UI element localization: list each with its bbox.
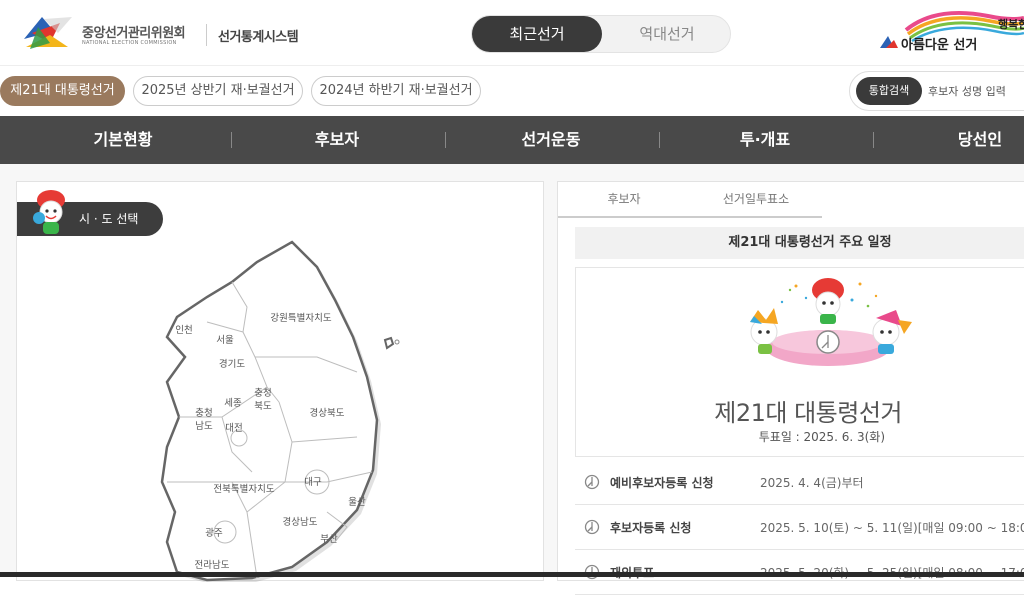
nav-separator — [873, 132, 874, 148]
election-selector-bar: 제21대 대통령선거 2025년 상반기 재·보궐선거 2024년 하반기 재·… — [0, 66, 1024, 116]
candidate-name-input[interactable] — [928, 77, 1024, 105]
tab-polling-places[interactable]: 선거일투표소 — [690, 182, 822, 217]
korea-map: 인천 서울 경기도 강원특별자치도 충청 북도 세종 충청 남도 대전 경상북도… — [160, 240, 400, 582]
tab-underline — [558, 216, 822, 218]
region-daejeon[interactable]: 대전 — [225, 423, 242, 434]
region-gyeonggi[interactable]: 경기도 — [219, 358, 245, 370]
election-pill-21st-presidential[interactable]: 제21대 대통령선거 — [0, 76, 125, 106]
schedule-label: 후보자등록 신청 — [610, 521, 692, 535]
ulleungdo-island — [383, 336, 395, 350]
search-box: 통합검색 — [849, 71, 1024, 111]
region-incheon[interactable]: 인천 — [175, 325, 192, 336]
schedule-row: 예비후보자등록 신청 2025. 4. 4(금)부터 — [575, 460, 1024, 505]
nav-voting-counting[interactable]: 투·개표 — [660, 116, 870, 164]
content-area: 인천 서울 경기도 강원특별자치도 충청 북도 세종 충청 남도 대전 경상북도… — [0, 164, 1024, 595]
slogan-text: 아름다운 선거 — [901, 38, 978, 53]
org-sub: NATIONAL ELECTION COMMISSION — [82, 40, 177, 46]
window-bottom-edge — [0, 572, 1024, 577]
main-nav: 기본현황 후보자 선거운동 투·개표 당선인 — [0, 116, 1024, 164]
system-name[interactable]: 선거통계시스템 — [218, 26, 299, 45]
schedule-panel: 후보자 선거일투표소 제21대 대통령선거 주요 일정 제21대 대통령선거 투… — [557, 181, 1024, 595]
election-period-toggle: 최근선거 역대선거 — [471, 15, 731, 53]
election-banner: 제21대 대통령선거 투표일 : 2025. 6. 3(화) — [575, 267, 1024, 457]
nav-elected[interactable]: 당선인 — [900, 116, 1024, 164]
tab-candidates[interactable]: 후보자 — [558, 182, 690, 217]
past-election-tab[interactable]: 역대선거 — [602, 16, 732, 52]
region-gangwon[interactable]: 강원특별자치도 — [270, 312, 331, 324]
dokdo-island — [394, 339, 400, 345]
region-chungbuk-line2[interactable]: 북도 — [254, 401, 272, 412]
ballot-stamp-icon — [584, 519, 600, 535]
mascot-icon — [33, 190, 65, 234]
region-jeonbuk[interactable]: 전북특별자치도 — [213, 483, 274, 495]
nav-campaign[interactable]: 선거운동 — [446, 116, 656, 164]
region-chungnam-line2[interactable]: 남도 — [195, 421, 213, 432]
region-daegu[interactable]: 대구 — [304, 477, 322, 488]
region-ulsan[interactable]: 울산 — [348, 497, 366, 508]
site-header: 중앙선거관리위원회 NATIONAL ELECTION COMMISSION 선… — [0, 0, 1024, 66]
mascot-ballot-icon — [750, 278, 912, 366]
schedule-label: 예비후보자등록 신청 — [610, 476, 714, 490]
integrated-search-button[interactable]: 통합검색 — [856, 77, 922, 105]
region-busan[interactable]: 부산 — [320, 534, 338, 545]
map-panel: 인천 서울 경기도 강원특별자치도 충청 북도 세종 충청 남도 대전 경상북도… — [16, 181, 544, 582]
region-seoul[interactable]: 서울 — [216, 335, 234, 346]
ballot-stamp-icon — [584, 474, 600, 490]
banner-title: 제21대 대통령선거 — [714, 399, 902, 427]
org-name[interactable]: 중앙선거관리위원회 — [82, 22, 186, 41]
region-gyeongnam[interactable]: 경상남도 — [283, 516, 318, 528]
nec-logo-icon[interactable] — [20, 13, 72, 53]
nav-candidates[interactable]: 후보자 — [232, 116, 442, 164]
election-pill-2025-byelection[interactable]: 2025년 상반기 재·보궐선거 — [133, 76, 303, 106]
region-gyeongbuk[interactable]: 경상북도 — [310, 407, 345, 419]
nav-basic-status[interactable]: 기본현황 — [18, 116, 228, 164]
region-chungnam-line1[interactable]: 충청 — [195, 408, 212, 419]
schedule-date: 2025. 4. 4(금)부터 — [760, 476, 864, 490]
region-sejong[interactable]: 세종 — [224, 398, 242, 409]
region-chungbuk-line1[interactable]: 충청 — [254, 388, 271, 399]
banner-election-date: 투표일 : 2025. 6. 3(화) — [758, 430, 885, 444]
header-divider — [206, 24, 207, 46]
schedule-date: 2025. 5. 10(토) ~ 5. 11(일)[매일 09:00 ~ 18:… — [760, 521, 1024, 535]
schedule-title: 제21대 대통령선거 주요 일정 — [575, 227, 1024, 259]
region-jeonnam[interactable]: 전라남도 — [195, 560, 230, 571]
slogan-text-2: 행복한 — [998, 18, 1024, 31]
schedule-row: 후보자등록 신청 2025. 5. 10(토) ~ 5. 11(일)[매일 09… — [575, 505, 1024, 550]
election-pill-2024-byelection[interactable]: 2024년 하반기 재·보궐선거 — [311, 76, 481, 106]
recent-election-tab[interactable]: 최근선거 — [472, 16, 602, 52]
region-gwangju[interactable]: 광주 — [205, 527, 223, 539]
